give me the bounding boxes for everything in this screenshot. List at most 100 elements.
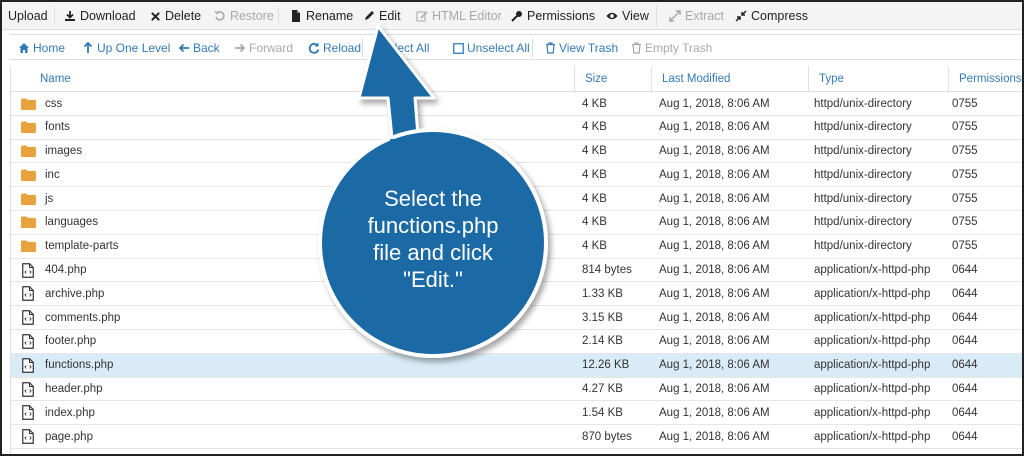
compress-button[interactable]: Compress	[735, 2, 808, 30]
html-editor-icon	[416, 10, 428, 22]
table-row[interactable]: template-parts 4 KB Aug 1, 2018, 8:06 AM ht…	[11, 235, 1022, 259]
column-header-name[interactable]: Name	[40, 66, 71, 92]
file-name: archive.php	[45, 287, 105, 300]
file-size: 4 KB	[582, 168, 607, 181]
restore-button[interactable]: Restore	[214, 2, 274, 30]
file-manager-window: Upload Download Delete Restore Rename Ed…	[0, 0, 1024, 456]
delete-icon	[149, 10, 161, 22]
download-button[interactable]: Download	[64, 2, 136, 30]
trash-icon	[630, 42, 642, 54]
table-row[interactable]: footer.php 2.14 KB Aug 1, 2018, 8:06 AM app…	[11, 330, 1022, 354]
column-divider	[651, 66, 652, 92]
toolbar-divider	[54, 6, 55, 26]
toolbar-divider	[278, 6, 279, 26]
file-name: images	[45, 145, 83, 158]
table-row[interactable]: css 4 KB Aug 1, 2018, 8:06 AM httpd/unix-di…	[11, 92, 1022, 116]
file-name: template-parts	[45, 240, 119, 253]
up-one-level-button[interactable]: Up One Level	[82, 35, 170, 61]
folder-icon	[19, 116, 37, 139]
forward-arrow-icon	[234, 42, 246, 54]
reload-icon	[308, 42, 320, 54]
file-permissions: 0755	[952, 216, 978, 229]
file-type: application/x-httpd-php	[814, 335, 931, 348]
html-editor-button[interactable]: HTML Editor	[416, 2, 502, 30]
edit-button[interactable]: Edit	[363, 2, 401, 30]
table-row[interactable]: functions.php 12.26 KB Aug 1, 2018, 8:06 A…	[11, 353, 1022, 378]
pencil-icon	[363, 10, 375, 22]
home-label: Home	[33, 41, 66, 55]
forward-button[interactable]: Forward	[234, 35, 293, 61]
php-file-icon	[19, 378, 37, 401]
compress-icon	[735, 10, 747, 22]
permissions-label: Permissions	[527, 9, 596, 23]
table-row[interactable]: index.php 1.54 KB Aug 1, 2018, 8:06 AM appl…	[11, 401, 1022, 426]
file-size: 1.54 KB	[582, 406, 623, 419]
file-permissions: 0644	[952, 335, 978, 348]
view-button[interactable]: View	[606, 2, 649, 30]
reload-button[interactable]: Reload	[308, 35, 361, 61]
file-size: 12.26 KB	[582, 359, 630, 372]
column-name-label: Name	[40, 73, 71, 85]
table-row[interactable]: inc 4 KB Aug 1, 2018, 8:06 AM httpd/unix-di…	[11, 163, 1022, 188]
table-row[interactable]: fonts 4 KB Aug 1, 2018, 8:06 AM httpd/unix-…	[11, 116, 1022, 140]
restore-label: Restore	[230, 9, 274, 23]
column-header-last-modified[interactable]: Last Modified	[662, 66, 730, 92]
column-divider	[808, 66, 809, 92]
home-button[interactable]: Home	[18, 35, 65, 61]
empty-trash-button[interactable]: Empty Trash	[630, 35, 712, 61]
file-permissions: 0755	[952, 192, 978, 205]
file-last-modified: Aug 1, 2018, 8:06 AM	[659, 240, 770, 253]
table-row[interactable]: images 4 KB Aug 1, 2018, 8:06 AM httpd/unix…	[11, 140, 1022, 164]
file-last-modified: Aug 1, 2018, 8:06 AM	[659, 264, 770, 277]
folder-icon	[19, 163, 37, 186]
empty-trash-label: Empty Trash	[645, 41, 713, 55]
html-editor-label: HTML Editor	[432, 9, 502, 23]
table-row[interactable]: languages 4 KB Aug 1, 2018, 8:06 AM httpd/u…	[11, 211, 1022, 235]
column-header-size[interactable]: Size	[585, 66, 607, 92]
table-row[interactable]: header.php 4.27 KB Aug 1, 2018, 8:06 AM app…	[11, 378, 1022, 402]
folder-icon	[19, 211, 37, 234]
file-type: httpd/unix-directory	[814, 145, 912, 158]
table-row[interactable]: js 4 KB Aug 1, 2018, 8:06 AM httpd/unix-dir…	[11, 187, 1022, 211]
rename-button[interactable]: Rename	[290, 2, 353, 30]
file-name: header.php	[45, 383, 103, 396]
file-type: application/x-httpd-php	[814, 383, 931, 396]
back-label: Back	[193, 41, 220, 55]
column-header-permissions[interactable]: Permissions	[959, 66, 1022, 92]
file-name: comments.php	[45, 311, 121, 324]
trash-icon	[544, 42, 556, 54]
file-name: inc	[45, 168, 60, 181]
unselect-all-button[interactable]: Unselect All	[452, 35, 530, 61]
column-permissions-label: Permissions	[959, 73, 1022, 85]
file-last-modified: Aug 1, 2018, 8:06 AM	[659, 145, 770, 158]
table-header: Name Size Last Modified Type Permissions	[11, 66, 1022, 92]
extract-button[interactable]: Extract	[669, 2, 724, 30]
back-button[interactable]: Back	[178, 35, 220, 61]
column-modified-label: Last Modified	[662, 73, 731, 85]
view-trash-button[interactable]: View Trash	[544, 35, 618, 61]
file-last-modified: Aug 1, 2018, 8:06 AM	[659, 287, 770, 300]
upload-button[interactable]: Upload	[8, 2, 48, 30]
delete-button[interactable]: Delete	[149, 2, 201, 30]
folder-icon	[19, 187, 37, 210]
rename-label: Rename	[306, 9, 354, 23]
select-all-button[interactable]: elect All	[388, 35, 429, 61]
file-size: 814 bytes	[582, 264, 632, 277]
file-type: httpd/unix-directory	[814, 121, 912, 134]
table-row[interactable]: comments.php 3.15 KB Aug 1, 2018, 8:06 AM a…	[11, 306, 1022, 330]
permissions-button[interactable]: Permissions	[511, 2, 595, 30]
file-last-modified: Aug 1, 2018, 8:06 AM	[659, 168, 770, 181]
file-size: 4 KB	[582, 121, 607, 134]
up-level-icon	[82, 42, 94, 54]
view-trash-label: View Trash	[559, 41, 619, 55]
file-size: 4 KB	[582, 145, 607, 158]
file-name: js	[45, 192, 54, 205]
extract-icon	[669, 10, 681, 22]
file-type: application/x-httpd-php	[814, 406, 931, 419]
download-icon	[64, 10, 76, 22]
table-row[interactable]: page.php 870 bytes Aug 1, 2018, 8:06 AM app…	[11, 425, 1022, 449]
table-row[interactable]: archive.php 1.33 KB Aug 1, 2018, 8:06 AM ap…	[11, 282, 1022, 307]
table-row[interactable]: 404.php 814 bytes Aug 1, 2018, 8:06 AM appl…	[11, 259, 1022, 283]
toolbar-divider	[362, 38, 363, 58]
column-header-type[interactable]: Type	[819, 66, 844, 92]
